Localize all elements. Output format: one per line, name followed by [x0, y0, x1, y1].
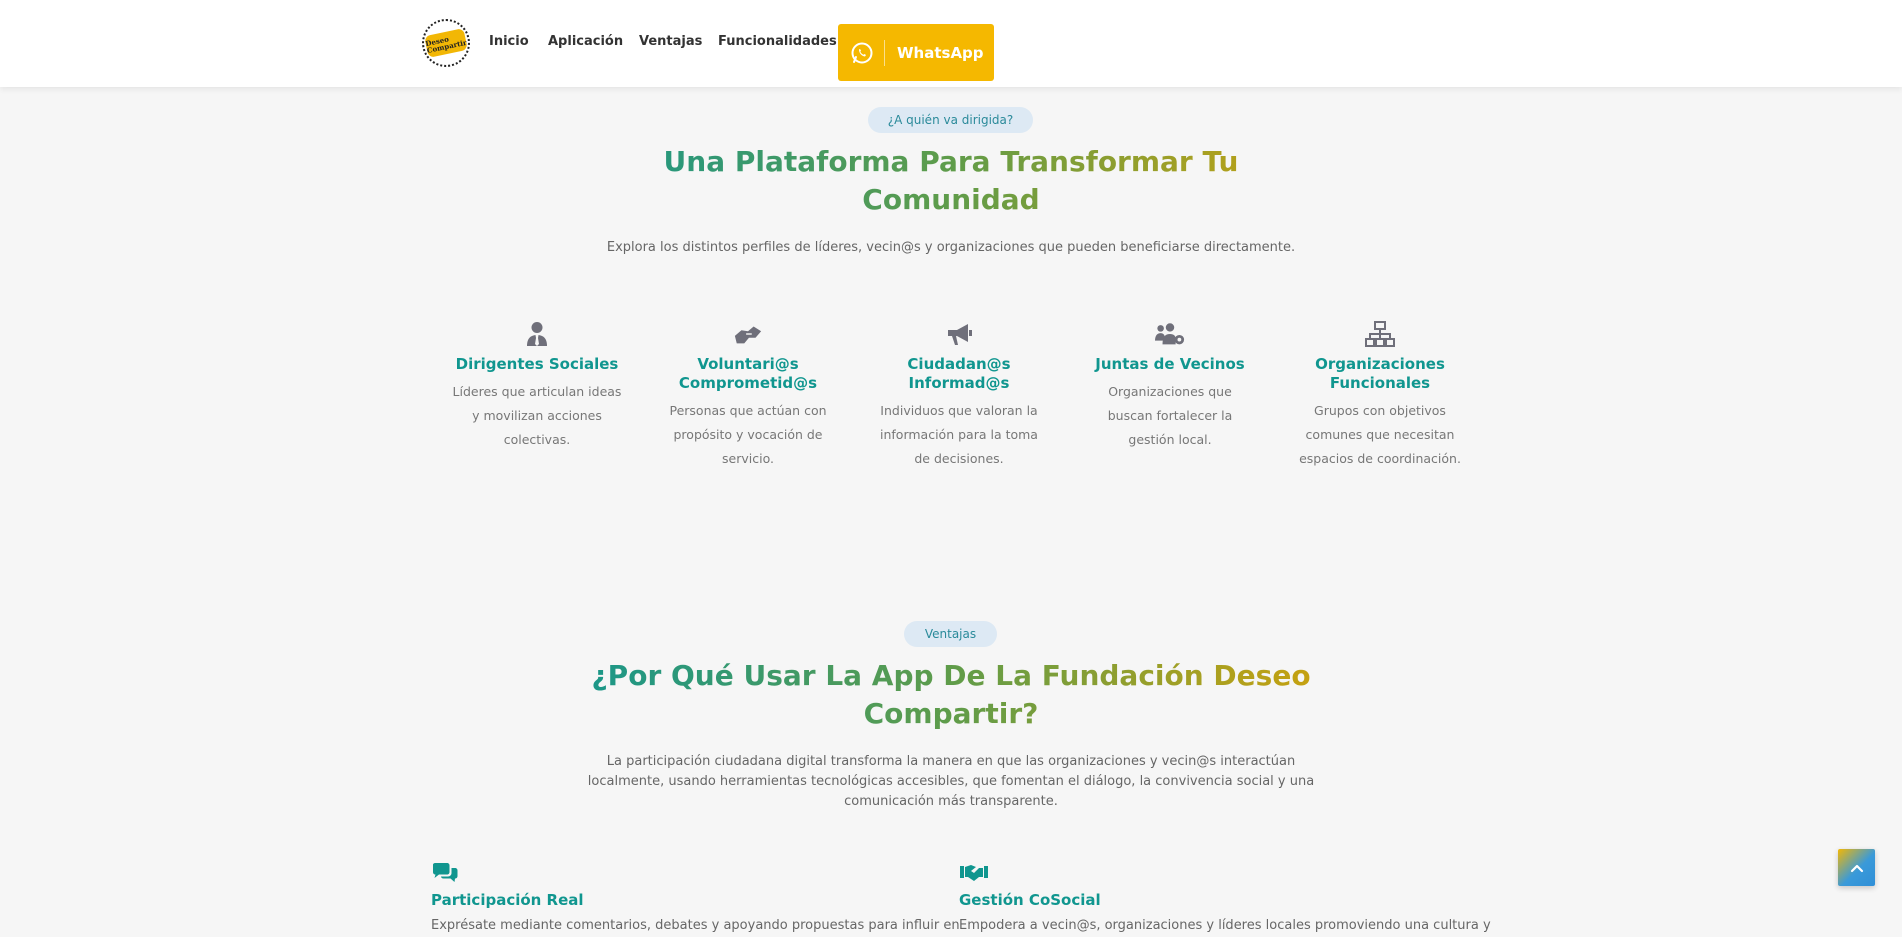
logo-badge: Deseo Compartir	[424, 28, 468, 58]
card-title: Ciudadan@s Informad@s	[907, 355, 1011, 392]
nav-aplicacion[interactable]: Aplicación	[548, 34, 623, 49]
nav-ventajas[interactable]: Ventajas	[639, 34, 702, 49]
hands-helping-icon	[733, 319, 763, 349]
advantages-badge: Ventajas	[904, 621, 997, 647]
audience-title-line1: Una Plataforma Para Transformar Tu	[663, 145, 1239, 178]
whatsapp-button[interactable]: WhatsApp	[838, 24, 994, 81]
advantages-title-line2: Compartir?	[863, 697, 1039, 730]
whatsapp-icon	[851, 42, 873, 63]
sitemap-icon	[1365, 319, 1395, 349]
card-title: Juntas de Vecinos	[1095, 355, 1245, 373]
bullhorn-icon	[944, 319, 974, 349]
card-description: Individuos que valoran la información pa…	[880, 403, 1038, 466]
advantage-item: Participación Real Exprésate mediante co…	[431, 862, 960, 936]
advantage-description: Exprésate mediante comentarios, debates …	[431, 918, 960, 933]
audience-card: Juntas de Vecinos Organizaciones que bus…	[1085, 319, 1255, 452]
audience-badge: ¿A quién va dirigida?	[868, 107, 1033, 133]
whatsapp-label: WhatsApp	[897, 43, 984, 62]
nav-funcionalidades[interactable]: Funcionalidades	[718, 34, 837, 49]
scroll-to-top-button[interactable]	[1838, 849, 1875, 886]
advantages-title: ¿Por Qué Usar La App De La Fundación Des…	[551, 657, 1351, 733]
audience-title: Una Plataforma Para Transformar Tu Comun…	[551, 143, 1351, 219]
button-divider	[884, 39, 885, 66]
comments-icon	[431, 862, 459, 886]
card-description: Líderes que articulan ideas y movilizan …	[452, 384, 622, 447]
logo-text: Deseo Compartir	[424, 34, 468, 56]
audience-card: Ciudadan@s Informad@s Individuos que val…	[874, 319, 1044, 471]
user-tie-icon	[522, 319, 552, 349]
audience-title-line2: Comunidad	[862, 183, 1040, 216]
advantages-title-line1: ¿Por Qué Usar La App De La Fundación Des…	[591, 659, 1311, 692]
advantages-subtitle-line3: comunicación más transparente.	[844, 794, 1058, 809]
advantage-title: Gestión CoSocial	[959, 891, 1101, 909]
handshake-icon	[959, 862, 988, 886]
advantage-description: Empodera a vecin@s, organizaciones y líd…	[959, 918, 1491, 933]
audience-card: Organizaciones Funcionales Grupos con ob…	[1295, 319, 1465, 471]
site-header: Deseo Compartir Inicio Aplicación Ventaj…	[0, 0, 1902, 87]
advantages-subtitle: La participación ciudadana digital trans…	[551, 752, 1351, 812]
site-logo[interactable]: Deseo Compartir	[422, 19, 470, 67]
card-title: Dirigentes Sociales	[455, 355, 619, 373]
card-description: Organizaciones que buscan fortalecer la …	[1107, 384, 1233, 447]
advantages-subtitle-line1: La participación ciudadana digital trans…	[606, 754, 1296, 769]
card-description: Personas que actúan con propósito y voca…	[669, 403, 827, 466]
audience-card: Voluntari@s Comprometid@s Personas que a…	[663, 319, 833, 471]
audience-subtitle: Explora los distintos perfiles de lídere…	[606, 240, 1296, 255]
users-cog-icon	[1155, 319, 1185, 349]
card-title: Organizaciones Funcionales	[1315, 355, 1445, 392]
nav-inicio[interactable]: Inicio	[489, 34, 529, 49]
advantages-subtitle-line2: localmente, usando herramientas tecnológ…	[587, 774, 1315, 789]
audience-card: Dirigentes Sociales Líderes que articula…	[452, 319, 622, 452]
advantage-title: Participación Real	[431, 891, 584, 909]
chevron-up-icon	[1850, 864, 1863, 872]
card-title: Voluntari@s Comprometid@s	[678, 355, 818, 392]
advantage-item: Gestión CoSocial Empodera a vecin@s, org…	[959, 862, 1491, 936]
card-description: Grupos con objetivos comunes que necesit…	[1299, 403, 1461, 466]
